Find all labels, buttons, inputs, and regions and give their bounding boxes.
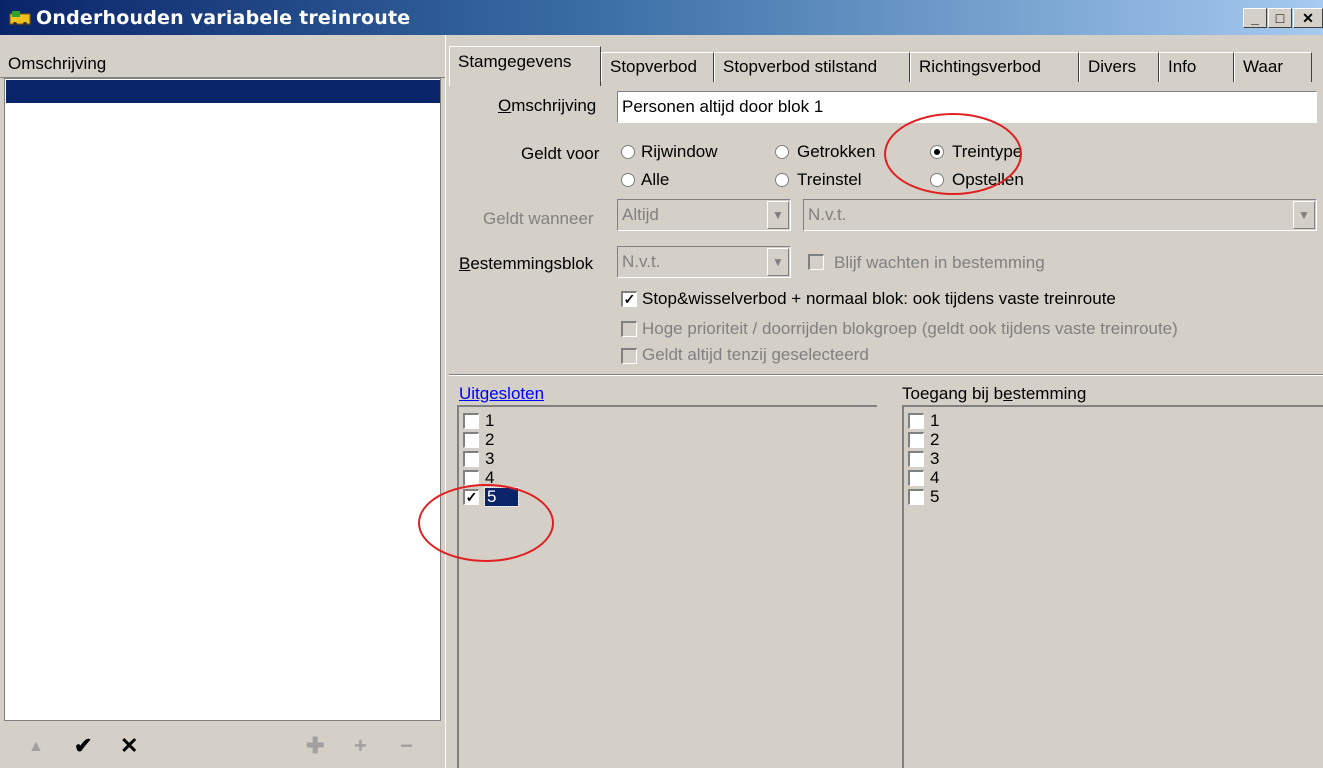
radio-treinstel[interactable] (775, 173, 789, 187)
splitter[interactable] (445, 35, 449, 768)
checkbox[interactable] (463, 432, 479, 448)
add-icon[interactable]: + (354, 733, 367, 759)
uitgesloten-label[interactable]: Uitgesloten (459, 384, 544, 404)
chevron-down-icon[interactable]: ▼ (767, 248, 789, 276)
checkbox[interactable] (463, 451, 479, 467)
annotation-circle (418, 484, 554, 562)
blijf-wachten-label: Blijf wachten in bestemming (834, 253, 1045, 272)
chevron-down-icon[interactable]: ▼ (1293, 201, 1315, 229)
toegang-label: Toegang bij bestemming (902, 384, 1087, 403)
minimize-icon[interactable]: _ (1243, 8, 1267, 28)
tab-stopverbod-stilstand[interactable]: Stopverbod stilstand (714, 52, 910, 82)
check-icon[interactable]: ✔ (74, 733, 92, 759)
bestemmingsblok-value: N.v.t. (622, 252, 661, 271)
checkbox[interactable] (908, 489, 924, 505)
description-list[interactable] (4, 78, 441, 721)
tab-strip: Stamgegevens Stopverbod Stopverbod stils… (449, 46, 1323, 86)
close-icon[interactable]: ✕ (1293, 8, 1323, 28)
remove-icon[interactable]: − (400, 733, 413, 759)
app-icon (8, 8, 32, 26)
radio-alle[interactable] (621, 173, 635, 187)
divider (449, 374, 1323, 376)
window-title: Onderhouden variabele treinroute (36, 7, 411, 29)
list-column-header-label: Omschrijving (8, 54, 107, 73)
bestemmingsblok-label: Bestemmingsblok (459, 254, 594, 273)
tab-stamgegevens[interactable]: Stamgegevens (449, 46, 601, 86)
radio-alle-label: Alle (641, 170, 670, 189)
tab-divers[interactable]: Divers (1079, 52, 1159, 82)
geldt-voor-label: Geldt voor (521, 144, 600, 163)
chevron-down-icon[interactable]: ▼ (767, 201, 789, 229)
geldt-altijd-label: Geldt altijd tenzij geselecteerd (642, 345, 869, 364)
checkbox[interactable] (908, 451, 924, 467)
omschrijving-label: Omschrijving (498, 96, 597, 115)
geldt-wanneer-detail-value: N.v.t. (808, 205, 847, 224)
geldt-wanneer-select[interactable]: Altijd ▼ (617, 199, 791, 231)
stop-wissel-label: Stop&wisselverbod + normaal blok: ook ti… (642, 289, 1116, 308)
hoge-prioriteit-label: Hoge prioriteit / doorrijden blokgroep (… (642, 319, 1178, 338)
add-all-icon[interactable]: ✚ (306, 733, 324, 759)
tab-waar[interactable]: Waar (1234, 52, 1312, 82)
geldt-wanneer-label: Geldt wanneer (483, 209, 594, 228)
radio-rijwindow-label: Rijwindow (641, 142, 718, 161)
list-column-header[interactable]: Omschrijving (0, 50, 445, 78)
annotation-circle (884, 113, 1022, 195)
title-bar: Onderhouden variabele treinroute _ □ ✕ (0, 0, 1323, 35)
radio-getrokken[interactable] (775, 145, 789, 159)
geldt-altijd-checkbox[interactable] (621, 348, 637, 364)
tab-richtingsverbod[interactable]: Richtingsverbod (910, 52, 1079, 82)
toegang-list[interactable]: 1 2 3 4 5 (902, 405, 1323, 768)
blijf-wachten-checkbox[interactable] (808, 254, 824, 270)
checkbox[interactable] (908, 413, 924, 429)
stop-wissel-checkbox[interactable]: ✓ (621, 291, 637, 307)
checkbox[interactable] (908, 432, 924, 448)
checkbox[interactable] (908, 470, 924, 486)
bestemmingsblok-select[interactable]: N.v.t. ▼ (617, 246, 791, 278)
geldt-wanneer-detail-select[interactable]: N.v.t. ▼ (803, 199, 1317, 231)
tab-info[interactable]: Info (1159, 52, 1234, 82)
radio-getrokken-label: Getrokken (797, 142, 876, 161)
tab-stopverbod[interactable]: Stopverbod (601, 52, 714, 82)
up-icon[interactable]: ▲ (28, 738, 44, 756)
hoge-prioriteit-checkbox[interactable] (621, 321, 637, 337)
radio-treinstel-label: Treinstel (797, 170, 862, 189)
list-item-selected[interactable] (6, 80, 440, 103)
geldt-wanneer-value: Altijd (622, 205, 659, 224)
maximize-icon[interactable]: □ (1268, 8, 1292, 28)
uitgesloten-list[interactable]: 1 2 3 4 ✓ 5 (457, 405, 877, 768)
cross-icon[interactable]: ✕ (120, 733, 138, 759)
radio-rijwindow[interactable] (621, 145, 635, 159)
checkbox[interactable] (463, 413, 479, 429)
